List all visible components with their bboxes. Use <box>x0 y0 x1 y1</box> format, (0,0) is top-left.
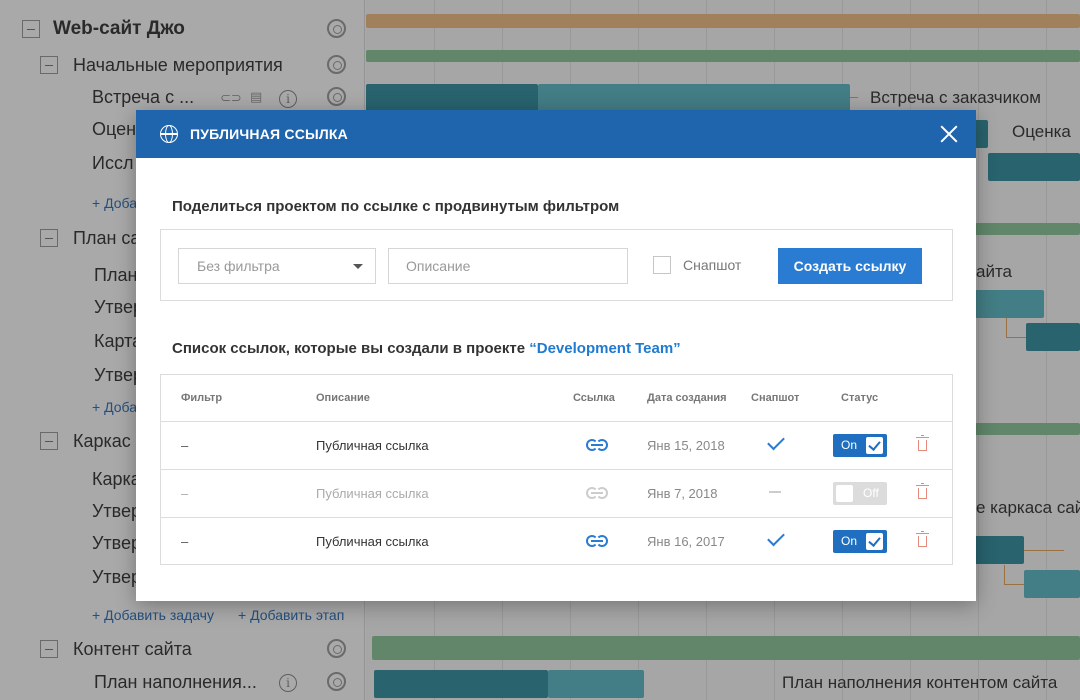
status-toggle[interactable]: Off <box>833 482 887 505</box>
filter-cell: – <box>181 438 189 453</box>
status-toggle[interactable]: On <box>833 530 887 553</box>
toggle-label: Off <box>863 486 879 500</box>
snapshot-checkbox[interactable] <box>653 256 671 274</box>
modal-header: ПУБЛИЧНАЯ ССЫЛКА <box>136 110 976 158</box>
trash-icon[interactable] <box>916 531 929 547</box>
link-icon[interactable] <box>586 439 608 451</box>
chevron-down-icon <box>353 264 363 269</box>
no-snapshot-dash <box>769 491 781 493</box>
table-row: – Публичная ссылка Янв 15, 2018 On <box>161 422 952 470</box>
create-link-panel: Без фильтра Снапшот Создать ссылку <box>160 229 953 301</box>
date-cell: Янв 16, 2017 <box>647 534 725 549</box>
link-icon[interactable] <box>586 535 608 547</box>
table-row: – Публичная ссылка Янв 7, 2018 Off <box>161 470 952 518</box>
table-header: Фильтр Описание Ссылка Дата создания Сна… <box>161 375 952 422</box>
list-heading-text: Список ссылок, которые вы создали в прое… <box>172 340 526 357</box>
close-icon[interactable] <box>940 125 958 143</box>
column-header: Фильтр <box>181 392 223 404</box>
description-cell: Публичная ссылка <box>316 534 429 549</box>
snapshot-label: Снапшот <box>683 257 742 273</box>
description-cell: Публичная ссылка <box>316 438 429 453</box>
trash-icon[interactable] <box>916 483 929 499</box>
date-cell: Янв 7, 2018 <box>647 486 718 501</box>
public-link-modal: ПУБЛИЧНАЯ ССЫЛКА Поделиться проектом по … <box>136 110 976 601</box>
column-header: Дата создания <box>647 392 727 404</box>
column-header: Статус <box>841 392 879 404</box>
description-input[interactable] <box>388 248 628 284</box>
modal-title: ПУБЛИЧНАЯ ССЫЛКА <box>190 126 348 142</box>
description-cell: Публичная ссылка <box>316 486 429 501</box>
table-row: – Публичная ссылка Янв 16, 2017 On <box>161 518 952 566</box>
share-heading: Поделиться проектом по ссылке с продвину… <box>172 198 620 215</box>
link-icon[interactable] <box>586 487 608 499</box>
project-name[interactable]: “Development Team” <box>529 340 680 357</box>
globe-icon <box>160 125 178 143</box>
column-header: Описание <box>316 392 370 404</box>
checkmark-icon <box>767 432 785 451</box>
filter-select-value: Без фильтра <box>197 258 280 274</box>
column-header: Снапшот <box>751 392 800 404</box>
status-toggle[interactable]: On <box>833 434 887 457</box>
trash-icon[interactable] <box>916 435 929 451</box>
links-table: Фильтр Описание Ссылка Дата создания Сна… <box>160 374 953 565</box>
checkmark-icon <box>767 528 785 547</box>
list-heading: Список ссылок, которые вы создали в прое… <box>172 340 681 357</box>
create-link-button[interactable]: Создать ссылку <box>778 248 922 284</box>
toggle-label: On <box>841 438 858 452</box>
filter-cell: – <box>181 534 189 549</box>
date-cell: Янв 15, 2018 <box>647 438 725 453</box>
toggle-label: On <box>841 534 858 548</box>
column-header: Ссылка <box>573 392 615 404</box>
filter-select[interactable]: Без фильтра <box>178 248 376 284</box>
filter-cell: – <box>181 486 189 501</box>
